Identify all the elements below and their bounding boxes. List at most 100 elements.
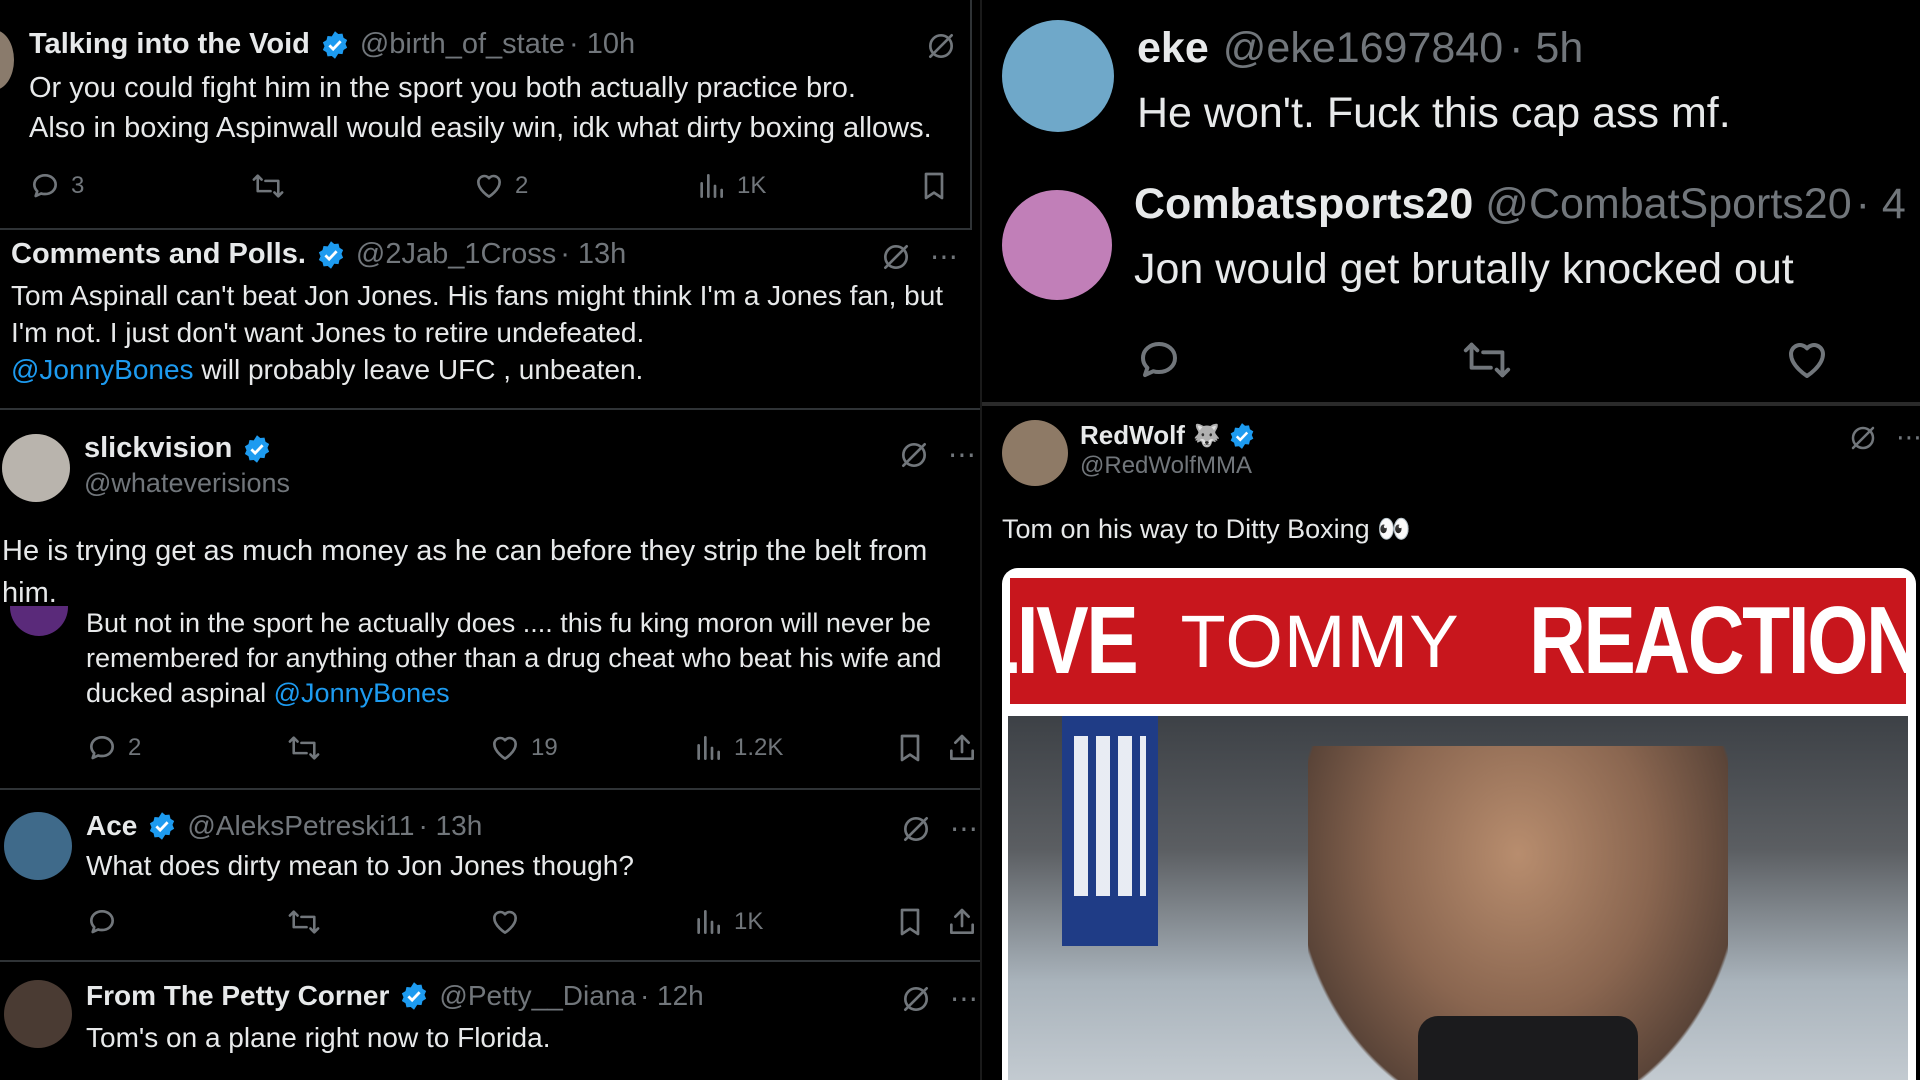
bookmark-icon[interactable] xyxy=(894,732,926,764)
author-name[interactable]: From The Petty Corner xyxy=(86,980,389,1012)
more-options-icon[interactable]: ⋯ xyxy=(950,812,978,845)
heart-icon xyxy=(493,910,517,934)
tweet-text-rest: ducked aspinal xyxy=(86,678,274,709)
author-name[interactable]: RedWolf xyxy=(1080,420,1185,451)
timestamp[interactable]: · 13h xyxy=(560,238,626,271)
views-button[interactable]: 1K xyxy=(692,906,763,938)
banner-reaction: REACTION xyxy=(1528,587,1916,694)
more-options-icon[interactable]: ⋯ xyxy=(948,438,976,471)
mention-link[interactable]: @JonnyBones xyxy=(274,678,450,708)
views-button[interactable]: 1.2K xyxy=(692,732,783,764)
retweet-button[interactable] xyxy=(250,170,286,202)
author-handle[interactable]: @whateverisions xyxy=(84,468,290,499)
avatar[interactable] xyxy=(1002,190,1112,300)
tweet-comments-and-polls[interactable]: Comments and Polls. @2Jab_1Cross · 13h ⋯… xyxy=(0,230,980,408)
retweet-button[interactable] xyxy=(286,906,322,938)
fighter-shorts xyxy=(1418,1016,1638,1080)
heart-icon[interactable] xyxy=(1783,336,1831,384)
avatar[interactable] xyxy=(2,434,70,502)
grok-icon[interactable] xyxy=(898,439,930,471)
timestamp[interactable]: · 5h xyxy=(1509,24,1583,73)
author-name[interactable]: Comments and Polls. xyxy=(11,238,306,271)
grok-icon[interactable] xyxy=(1848,423,1878,453)
verified-badge-icon xyxy=(245,434,270,463)
retweet-icon xyxy=(288,736,320,760)
heart-icon xyxy=(477,174,501,198)
views-button[interactable]: 1K xyxy=(695,170,766,202)
more-options-icon[interactable]: ⋯ xyxy=(950,982,978,1015)
divider xyxy=(970,0,972,228)
retweet-icon[interactable] xyxy=(1460,336,1514,384)
tweet-text-line: But not in the sport he actually does ..… xyxy=(86,608,931,638)
like-button[interactable] xyxy=(489,906,521,938)
espn-logo-text xyxy=(1074,736,1146,896)
author-name[interactable]: Ace xyxy=(86,810,137,842)
timestamp[interactable]: · 10h xyxy=(569,28,635,61)
author-name[interactable]: eke xyxy=(1137,24,1209,73)
like-count: 19 xyxy=(531,734,558,761)
retweet-button[interactable] xyxy=(286,732,322,764)
author-handle[interactable]: @Petty__Diana xyxy=(439,980,636,1012)
tweet-text-line: Tom on his way to Ditty Boxing 👀 xyxy=(1002,514,1411,544)
tweet-petty-corner[interactable]: From The Petty Corner @Petty__Diana · 12… xyxy=(0,962,980,1080)
tweet-slickvision[interactable]: slickvision @whateverisions ⋯ He is tryi… xyxy=(0,410,980,788)
avatar[interactable] xyxy=(4,812,72,880)
verified-badge-icon xyxy=(322,30,347,59)
tweet-redwolf[interactable]: RedWolf 🐺 @RedWolfMMA ⋯ Tom on his way t… xyxy=(982,406,1920,1080)
tweet-text-line: @JonnyBones will probably leave UFC , un… xyxy=(11,352,943,389)
like-button[interactable]: 19 xyxy=(489,732,558,764)
author-handle[interactable]: @AleksPetreski11 xyxy=(187,810,414,842)
banner-tommy: TOMMY xyxy=(1180,599,1460,683)
tweet-eke[interactable]: eke @eke1697840 · 5h He won't. Fuck this… xyxy=(982,0,1920,160)
grok-icon[interactable] xyxy=(880,241,912,273)
grok-icon[interactable] xyxy=(900,813,932,845)
tweet-combatsports20[interactable]: Combatsports20 @CombatSports20 · 4 Jon w… xyxy=(982,160,1920,402)
reply-icon[interactable] xyxy=(1135,336,1183,384)
reply-button[interactable] xyxy=(86,906,118,938)
views-icon xyxy=(697,910,720,934)
reply-count: 3 xyxy=(71,172,85,199)
avatar[interactable] xyxy=(1002,420,1068,486)
bookmark-icon[interactable] xyxy=(918,170,950,202)
tweet-talking-into-the-void[interactable]: Talking into the Void @birth_of_state · … xyxy=(0,0,970,228)
avatar[interactable] xyxy=(1002,20,1114,132)
media-video[interactable]: LIVE TOMMY REACTION xyxy=(1002,568,1916,1080)
mention-link[interactable]: @JonnyBones xyxy=(11,354,194,385)
tweet-text-line: ducked aspinal @JonnyBones xyxy=(86,676,942,711)
share-icon[interactable] xyxy=(946,732,978,764)
timestamp[interactable]: · 12h xyxy=(640,980,704,1012)
timestamp[interactable]: · 13h xyxy=(418,810,482,842)
grok-icon[interactable] xyxy=(925,30,957,62)
verified-badge-icon xyxy=(402,982,427,1010)
share-icon[interactable] xyxy=(946,906,978,938)
heart-icon xyxy=(493,736,517,760)
grok-icon[interactable] xyxy=(900,983,932,1015)
author-name[interactable]: slickvision xyxy=(84,432,232,465)
verified-badge-icon xyxy=(1231,422,1254,449)
avatar[interactable] xyxy=(0,30,14,90)
author-handle[interactable]: @eke1697840 xyxy=(1223,24,1503,73)
author-handle[interactable]: @2Jab_1Cross xyxy=(356,238,556,271)
author-handle[interactable]: @CombatSports20 xyxy=(1485,180,1851,229)
like-button[interactable]: 2 xyxy=(473,170,528,202)
more-options-icon[interactable]: ⋯ xyxy=(1896,422,1920,453)
author-name[interactable]: Talking into the Void xyxy=(29,28,310,61)
avatar[interactable] xyxy=(10,606,68,636)
author-name[interactable]: Combatsports20 xyxy=(1134,180,1473,229)
avatar[interactable] xyxy=(4,980,72,1048)
more-options-icon[interactable]: ⋯ xyxy=(930,240,959,273)
timestamp[interactable]: · 4 xyxy=(1856,180,1906,229)
tweet-text-line: He won't. Fuck this cap ass mf. xyxy=(1137,89,1731,137)
views-icon xyxy=(700,174,723,198)
author-handle[interactable]: @birth_of_state xyxy=(360,28,565,61)
tweet-ace[interactable]: Ace @AleksPetreski11 · 13h ⋯ What does d… xyxy=(0,790,980,960)
live-reaction-banner: LIVE TOMMY REACTION xyxy=(1002,578,1916,704)
reply-icon xyxy=(90,736,114,760)
bookmark-icon[interactable] xyxy=(894,906,926,938)
views-icon xyxy=(697,736,720,760)
reply-button[interactable]: 2 xyxy=(86,732,141,764)
reply-icon xyxy=(33,174,57,198)
author-handle[interactable]: @RedWolfMMA xyxy=(1080,452,1252,480)
reply-count: 2 xyxy=(128,734,142,761)
reply-button[interactable]: 3 xyxy=(29,170,84,202)
